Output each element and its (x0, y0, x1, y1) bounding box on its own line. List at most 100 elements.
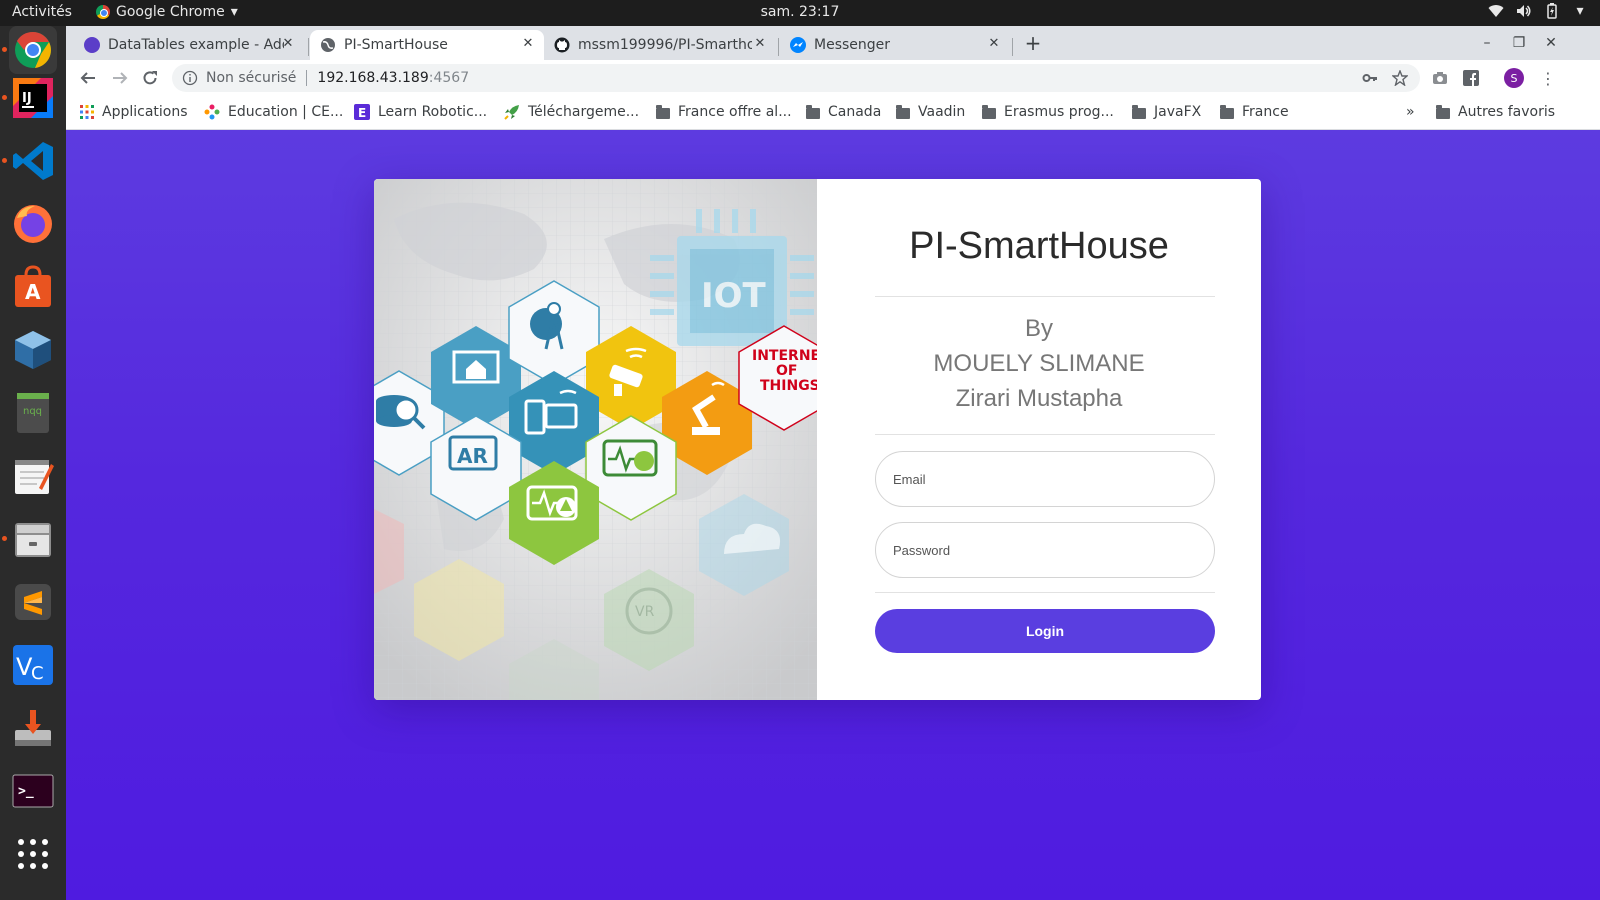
chevron-down-icon: ▾ (1576, 3, 1584, 19)
login-button[interactable]: Login (875, 609, 1215, 653)
tab-messenger[interactable]: Messenger ✕ (780, 30, 1010, 60)
title-divider (875, 296, 1215, 297)
facebook-icon[interactable] (1459, 66, 1483, 90)
dock-chrome[interactable] (2, 26, 57, 74)
rocket-icon (504, 105, 519, 120)
dock-vnc[interactable]: VC (9, 641, 57, 689)
vr-text: VR (635, 604, 655, 620)
maximize-button[interactable]: ❐ (1510, 34, 1528, 52)
chrome-icon (96, 5, 110, 19)
authors-block: By MOUELY SLIMANE Zirari Mustapha (817, 311, 1261, 416)
other-bookmarks[interactable]: Autres favoris (1436, 104, 1555, 120)
clock[interactable]: sam. 23:17 (0, 4, 1600, 20)
dock-files[interactable] (2, 515, 57, 563)
kebab-menu-icon[interactable]: ⋮ (1536, 66, 1560, 90)
dock-software-center[interactable]: A (9, 263, 57, 311)
dock-show-apps[interactable] (9, 830, 57, 878)
tab-separator (778, 38, 779, 56)
arrow-left-icon (80, 72, 95, 84)
text-editor-icon (15, 460, 54, 494)
minimize-button[interactable]: – (1478, 34, 1496, 52)
software-center-icon: A (15, 265, 51, 307)
address-bar[interactable]: Non sécurisé 192.168.43.189 :4567 (172, 64, 1420, 92)
bookmark-javafx[interactable]: JavaFX (1132, 104, 1201, 120)
battery-icon (1544, 3, 1560, 19)
login-form: PI-SmartHouse By MOUELY SLIMANE Zirari M… (817, 179, 1261, 700)
password-field[interactable] (875, 522, 1215, 578)
bookmark-label: Erasmus prog... (1004, 104, 1114, 120)
new-tab-button[interactable]: + (1024, 33, 1042, 53)
close-icon[interactable]: ✕ (752, 36, 768, 52)
intellij-icon: IJ (13, 78, 53, 118)
bookmark-france[interactable]: France (1220, 104, 1289, 120)
close-icon[interactable]: ✕ (280, 36, 296, 52)
bookmark-france-offre[interactable]: France offre al... (656, 104, 792, 120)
folder-icon (1220, 104, 1234, 119)
bookmark-education[interactable]: Education | CE... (204, 104, 343, 120)
close-icon[interactable]: ✕ (986, 36, 1002, 52)
bookmark-learn-robotics[interactable]: E Learn Robotic... (354, 104, 487, 120)
virtualbox-icon (15, 331, 51, 369)
forward-button[interactable] (108, 66, 132, 90)
svg-text:C: C (31, 663, 44, 684)
tab-title: DataTables example - Add (108, 37, 284, 53)
iot-text-line1: INTERNET (752, 348, 817, 364)
bookmark-label: France (1242, 104, 1289, 120)
dock-firefox[interactable] (9, 200, 57, 248)
ar-text: AR (457, 444, 488, 468)
more-bookmarks-button[interactable]: » (1406, 104, 1415, 120)
system-tray[interactable]: ▾ (1488, 3, 1588, 19)
dock-sublime[interactable] (9, 578, 57, 626)
app-menu-label: Google Chrome (116, 4, 225, 20)
url-port: :4567 (428, 70, 470, 86)
dock-terminal[interactable]: >_ (9, 767, 57, 815)
security-status[interactable]: Non sécurisé (206, 70, 296, 86)
dock-nqq[interactable]: nqq (9, 389, 57, 437)
close-icon[interactable]: ✕ (520, 36, 536, 52)
wifi-icon (1488, 3, 1504, 19)
dock-virtualbox[interactable] (9, 326, 57, 374)
back-button[interactable] (76, 66, 100, 90)
tab-title: PI-SmartHouse (344, 37, 448, 53)
svg-text:IJ: IJ (22, 91, 32, 106)
dock-vscode[interactable] (2, 137, 57, 185)
reload-button[interactable] (138, 66, 162, 90)
apps-grid-icon (80, 105, 94, 119)
activities-button[interactable]: Activités (12, 4, 72, 20)
dock-text-editor[interactable] (9, 452, 57, 500)
bookmark-canada[interactable]: Canada (806, 104, 881, 120)
bookmark-telechargement[interactable]: Téléchargeme... (504, 104, 639, 120)
app-menu[interactable]: Google Chrome ▾ (96, 4, 238, 20)
folder-icon (656, 104, 670, 119)
key-icon[interactable] (1358, 66, 1382, 90)
bookmark-applications[interactable]: Applications (80, 104, 188, 120)
github-icon (554, 37, 570, 53)
tab-strip: DataTables example - Add ✕ PI-SmartHouse… (66, 26, 1600, 60)
dock-installer[interactable] (9, 704, 57, 752)
author-name: MOUELY SLIMANE (933, 350, 1145, 377)
vscode-icon (13, 142, 53, 180)
bookmark-label: France offre al... (678, 104, 792, 120)
bookmark-label: Learn Robotic... (378, 104, 488, 120)
camera-icon[interactable] (1428, 66, 1452, 90)
tab-pi-smarthouse[interactable]: PI-SmartHouse ✕ (310, 30, 544, 60)
dock-intellij[interactable]: IJ (2, 74, 57, 122)
installer-icon (15, 710, 51, 746)
arrow-right-icon (113, 72, 128, 84)
bookmark-erasmus[interactable]: Erasmus prog... (982, 104, 1114, 120)
author-name: Zirari Mustapha (955, 385, 1123, 412)
tab-github[interactable]: mssm199996/PI-Smarthou ✕ (544, 30, 776, 60)
star-icon[interactable] (1388, 66, 1412, 90)
app-title: PI-SmartHouse (909, 225, 1169, 267)
messenger-icon (790, 37, 806, 53)
bookmark-label: Vaadin (918, 104, 966, 120)
email-field[interactable] (875, 451, 1215, 507)
close-window-button[interactable]: ✕ (1542, 34, 1560, 52)
profile-avatar[interactable]: S (1504, 68, 1524, 88)
bookmark-label: Applications (102, 104, 188, 120)
folder-icon (982, 104, 996, 119)
tab-title: Messenger (814, 37, 891, 53)
tab-datatables[interactable]: DataTables example - Add ✕ (74, 30, 304, 60)
info-icon[interactable] (182, 70, 198, 86)
bookmark-vaadin[interactable]: Vaadin (896, 104, 965, 120)
